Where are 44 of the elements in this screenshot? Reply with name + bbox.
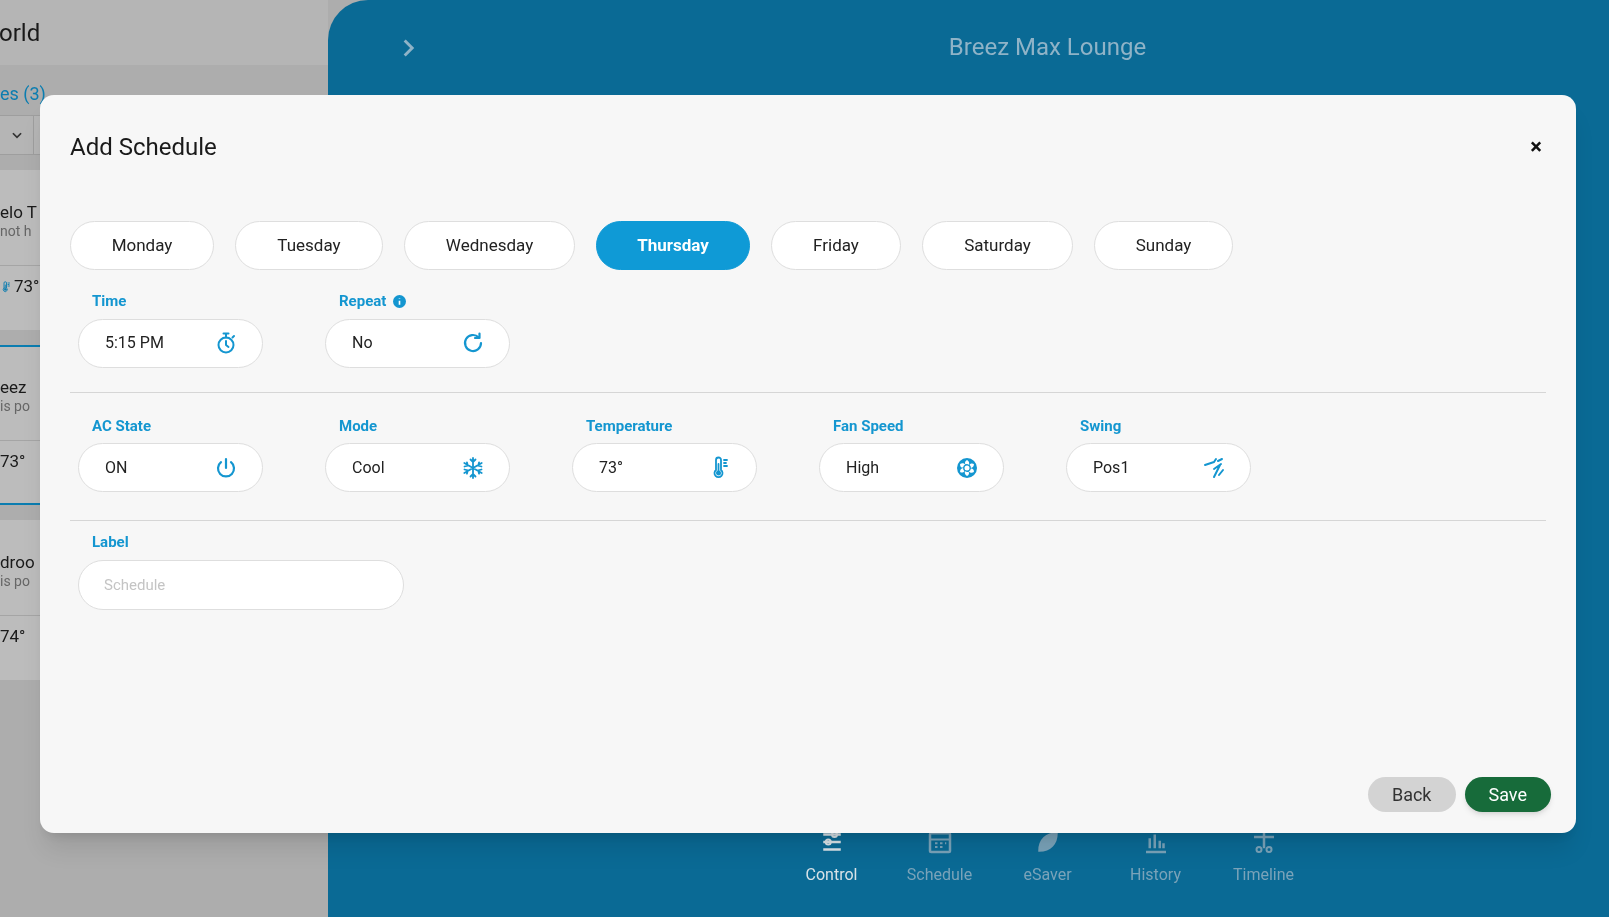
day-button[interactable]: Friday xyxy=(771,221,901,270)
field-label: Label xyxy=(92,532,130,553)
device-status: not h xyxy=(0,223,32,241)
save-button[interactable]: Save xyxy=(1464,777,1551,812)
device-name: eez xyxy=(0,377,27,399)
select-field[interactable]: High xyxy=(819,443,1004,492)
select-field[interactable]: Pos1 xyxy=(1066,443,1251,492)
day-button[interactable]: Tuesday xyxy=(235,221,383,270)
back-button[interactable]: Back xyxy=(1367,777,1456,812)
day-button[interactable]: Wednesday xyxy=(404,221,575,270)
power-icon xyxy=(214,455,238,480)
day-button[interactable]: Monday xyxy=(70,221,214,270)
select-field[interactable]: 5:15 PM xyxy=(78,318,263,368)
field-label: Time xyxy=(92,291,127,312)
device-temperature: 74° xyxy=(0,624,26,648)
fan-icon xyxy=(955,455,979,480)
label-input[interactable]: Schedule xyxy=(78,559,404,610)
field-label: AC State xyxy=(92,415,151,437)
dialog-title: Add Schedule xyxy=(70,132,217,163)
device-temperature: 73° xyxy=(0,449,26,473)
field-label: Repeat xyxy=(339,291,387,312)
snowflake-icon xyxy=(461,455,485,480)
device-status: is po xyxy=(0,573,30,591)
field-label: Mode xyxy=(339,415,378,437)
select-field[interactable]: ON xyxy=(78,443,263,492)
device-title: Breez Max Lounge xyxy=(948,31,1147,63)
close-button[interactable]: × xyxy=(1530,136,1542,158)
swing-icon xyxy=(1202,455,1226,480)
refresh-icon xyxy=(461,331,485,355)
device-temperature: 73° xyxy=(14,274,40,298)
select-field[interactable]: No xyxy=(325,318,510,368)
field-label: Temperature xyxy=(586,415,673,437)
device-status: is po xyxy=(0,398,30,416)
nav-tab[interactable]: Control xyxy=(805,863,858,887)
field-label: Fan Speed xyxy=(833,415,904,437)
app-title: orld xyxy=(0,17,41,49)
select-field[interactable]: 73° xyxy=(572,443,757,492)
day-button[interactable]: Sunday xyxy=(1094,221,1233,270)
select-field[interactable]: Cool xyxy=(325,443,510,492)
info-icon[interactable] xyxy=(393,294,407,308)
device-name: droo xyxy=(0,552,35,574)
field-label: Swing xyxy=(1080,415,1122,437)
day-button[interactable]: Saturday xyxy=(922,221,1073,270)
device-name: elo T xyxy=(0,202,37,224)
